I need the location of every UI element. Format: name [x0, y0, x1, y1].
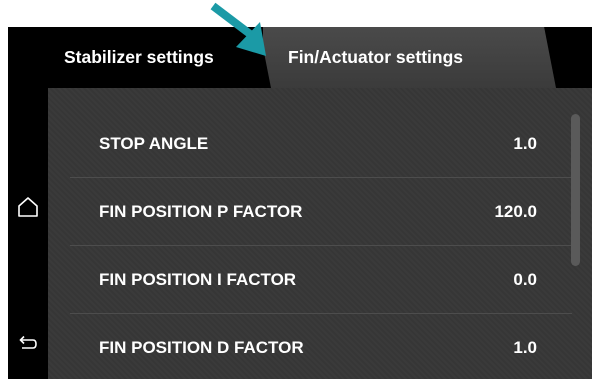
pointer-arrow-icon: [210, 2, 266, 56]
back-arrow-icon: [19, 335, 37, 349]
tab-label: Stabilizer settings: [64, 47, 214, 67]
home-icon: [18, 197, 38, 217]
setting-value: 0.0: [513, 270, 537, 289]
setting-label: FIN POSITION D FACTOR: [99, 338, 304, 357]
home-button[interactable]: [13, 192, 43, 222]
back-button[interactable]: [13, 328, 43, 358]
scrollbar-thumb[interactable]: [571, 114, 580, 266]
tab-fin-actuator-settings[interactable]: Fin/Actuator settings: [259, 27, 556, 88]
setting-row-fin-position-i-factor[interactable]: FIN POSITION I FACTOR 0.0: [48, 246, 592, 314]
tab-label: Fin/Actuator settings: [288, 47, 464, 67]
setting-label: FIN POSITION P FACTOR: [99, 202, 303, 221]
setting-row-fin-position-p-factor[interactable]: FIN POSITION P FACTOR 120.0: [48, 178, 592, 246]
setting-value: 1.0: [513, 134, 537, 153]
left-nav-strip: [8, 27, 48, 379]
settings-list: STOP ANGLE 1.0 FIN POSITION P FACTOR 120…: [48, 88, 592, 379]
tab-bar: Fin/Actuator settings Stabilizer setting…: [48, 27, 592, 88]
setting-value: 1.0: [513, 338, 537, 357]
device-screen: Fin/Actuator settings Stabilizer setting…: [8, 27, 592, 379]
setting-label: STOP ANGLE: [99, 134, 209, 153]
setting-row-stop-angle[interactable]: STOP ANGLE 1.0: [48, 110, 592, 178]
screenshot: Fin/Actuator settings Stabilizer setting…: [0, 0, 592, 379]
setting-label: FIN POSITION I FACTOR: [99, 270, 297, 289]
setting-row-fin-position-d-factor[interactable]: FIN POSITION D FACTOR 1.0: [48, 314, 592, 379]
setting-value: 120.0: [494, 202, 537, 221]
